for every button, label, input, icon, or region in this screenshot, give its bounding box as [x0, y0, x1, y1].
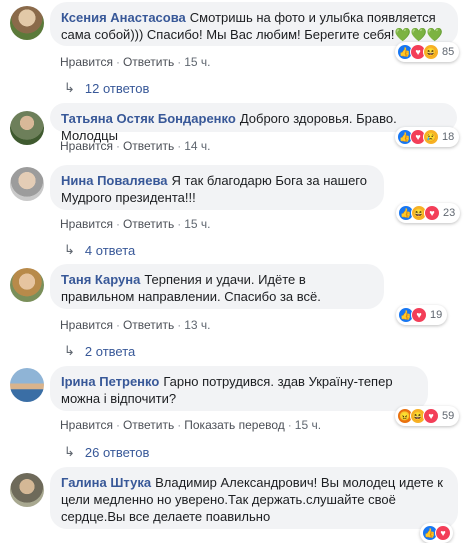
avatar[interactable] [10, 268, 44, 302]
timestamp[interactable]: 14 ч. [184, 139, 210, 153]
reply-arrow-icon: ↳ [64, 343, 75, 358]
avatar[interactable] [10, 167, 44, 201]
timestamp[interactable]: 13 ч. [184, 318, 210, 332]
love-reaction-icon: ♥ [411, 307, 427, 323]
reaction-summary[interactable]: 👍 ♥ [420, 523, 453, 543]
comment-actions: Нравится · Ответить · 15 ч. [60, 217, 211, 231]
replies-count[interactable]: 2 ответа [85, 344, 135, 359]
comment-bubble: Ксения Анастасова Смотришь на фото и улыб… [50, 2, 458, 46]
comment-author[interactable]: Ксения Анастасова [61, 10, 186, 25]
comment-bubble: Нина Поваляева Я так благодарю Бога за на… [50, 165, 384, 210]
replies-count[interactable]: 12 ответов [85, 81, 149, 96]
haha-reaction-icon: 😆 [423, 44, 439, 60]
avatar[interactable] [10, 368, 44, 402]
comment-author[interactable]: Галина Штука [61, 475, 151, 490]
reply-arrow-icon: ↳ [64, 444, 75, 459]
reaction-summary[interactable]: 👍 ♥ 19 [396, 305, 448, 325]
reply-arrow-icon: ↳ [64, 242, 75, 257]
reaction-summary[interactable]: 👍 ♥ 😆 85 [395, 42, 460, 62]
reply-link[interactable]: Ответить [123, 418, 174, 432]
reaction-count: 23 [443, 207, 456, 219]
comment-bubble: Ірина Петренко Гарно потрудився. здав Укр… [50, 366, 428, 411]
like-link[interactable]: Нравится [60, 418, 113, 432]
reaction-summary[interactable]: 😠 😆 ♥ 59 [395, 406, 460, 426]
view-replies-link[interactable]: ↳ 2 ответа [64, 343, 135, 359]
green-heart-emoji: 💚💚💚 [394, 27, 444, 42]
reply-arrow-icon: ↳ [64, 80, 75, 95]
comment-bubble: Галина Штука Владимир Александрович! Вы м… [50, 467, 458, 529]
timestamp[interactable]: 15 ч. [295, 418, 321, 432]
like-link[interactable]: Нравится [60, 217, 113, 231]
comment-actions: Нравится · Ответить · 13 ч. [60, 318, 211, 332]
replies-count[interactable]: 4 ответа [85, 243, 135, 258]
reply-link[interactable]: Ответить [123, 217, 174, 231]
like-link[interactable]: Нравится [60, 55, 113, 69]
reaction-summary[interactable]: 👍 😆 ♥ 23 [396, 203, 461, 223]
reply-link[interactable]: Ответить [123, 55, 174, 69]
timestamp[interactable]: 15 ч. [184, 55, 210, 69]
comment-actions: Нравится · Ответить · 14 ч. [60, 139, 211, 153]
sad-reaction-icon: 😢 [423, 129, 439, 145]
love-reaction-icon: ♥ [424, 205, 440, 221]
reaction-summary[interactable]: 👍 ♥ 😢 18 [395, 127, 460, 147]
replies-count[interactable]: 26 ответов [85, 445, 149, 460]
like-link[interactable]: Нравится [60, 318, 113, 332]
reply-link[interactable]: Ответить [123, 139, 174, 153]
show-translation-link[interactable]: Показать перевод [184, 418, 285, 432]
reaction-count: 18 [442, 131, 455, 143]
comment-author[interactable]: Татьяна Остяк Бондаренко [61, 111, 236, 126]
love-reaction-icon: ♥ [435, 525, 451, 541]
avatar[interactable] [10, 111, 44, 145]
comment-actions: Нравится · Ответить · Показать перевод · 15 ч. [60, 418, 322, 432]
reply-link[interactable]: Ответить [123, 318, 174, 332]
view-replies-link[interactable]: ↳ 4 ответа [64, 242, 135, 258]
reaction-count: 59 [442, 410, 455, 422]
like-link[interactable]: Нравится [60, 139, 113, 153]
reaction-count: 19 [430, 309, 443, 321]
timestamp[interactable]: 15 ч. [184, 217, 210, 231]
view-replies-link[interactable]: ↳ 26 ответов [64, 444, 149, 460]
love-reaction-icon: ♥ [423, 408, 439, 424]
comment-author[interactable]: Ірина Петренко [61, 374, 159, 389]
comment-actions: Нравится · Ответить · 15 ч. [60, 55, 211, 69]
comment-bubble: Татьяна Остяк Бондаренко Доброго здоровья… [50, 103, 457, 143]
avatar[interactable] [10, 6, 44, 40]
comment-bubble: Таня Каруна Терпения и удачи. Идёте в пра… [50, 264, 384, 309]
comment-author[interactable]: Нина Поваляева [61, 173, 168, 188]
avatar[interactable] [10, 473, 44, 507]
reaction-count: 85 [442, 46, 455, 58]
comment-author[interactable]: Таня Каруна [61, 272, 140, 287]
view-replies-link[interactable]: ↳ 12 ответов [64, 80, 149, 96]
